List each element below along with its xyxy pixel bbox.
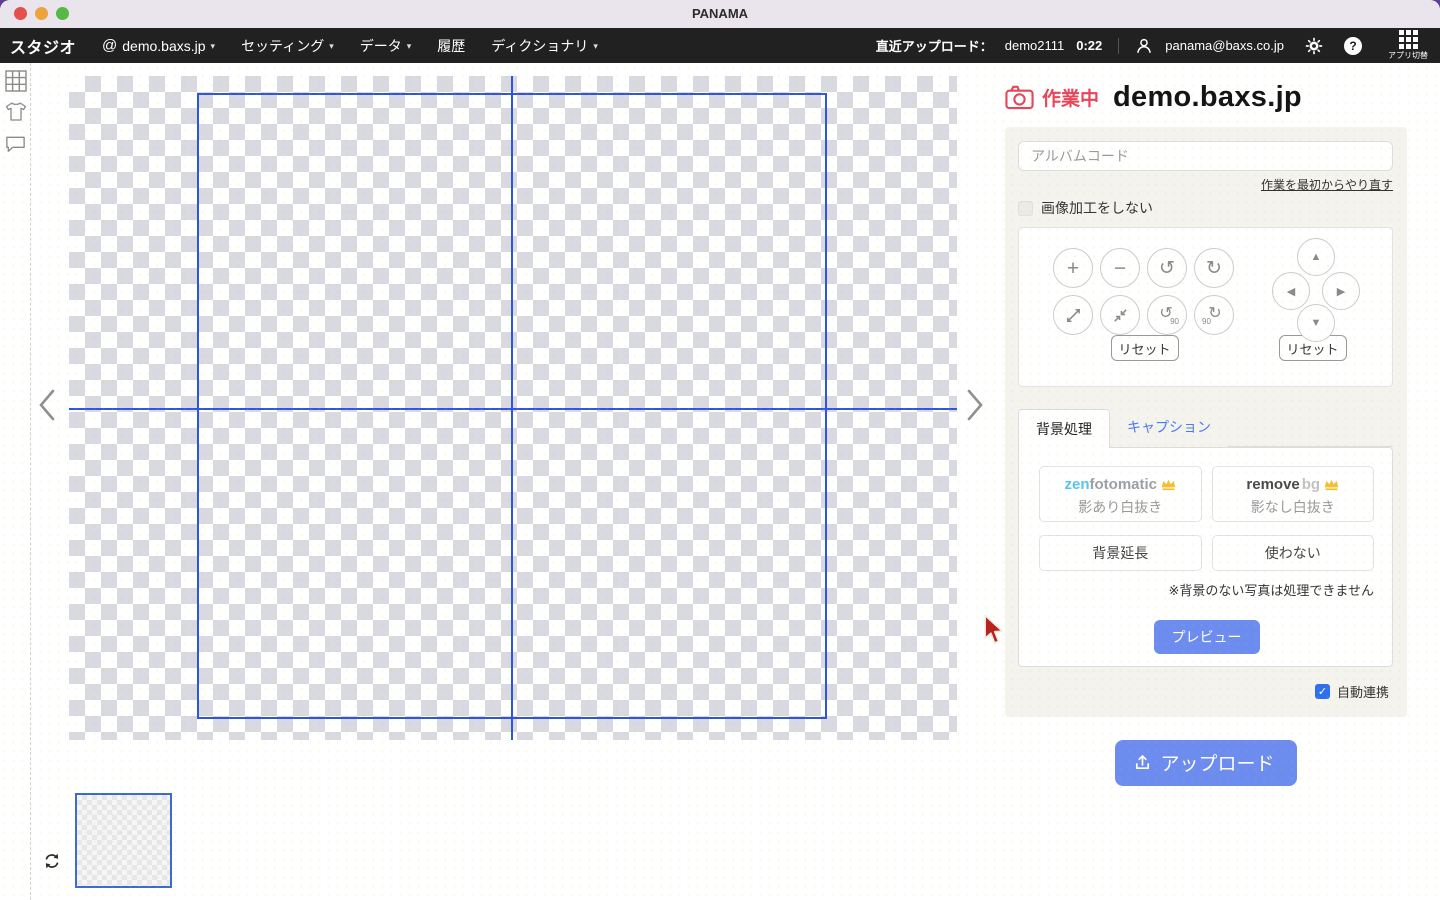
rotate-cw-icon: ↻ [1206, 257, 1222, 280]
menu-settings[interactable]: セッティング ▾ [241, 36, 334, 56]
shrink-icon [1111, 306, 1130, 325]
status-badge: 作業中 [1042, 84, 1099, 111]
account-email[interactable]: panama@baxs.co.jp [1165, 38, 1284, 53]
apparel-tool-button[interactable] [0, 99, 31, 125]
removebg-button[interactable]: removebg 影なし白抜き [1212, 466, 1375, 522]
tab-caption[interactable]: キャプション [1110, 408, 1228, 447]
rotate-ccw-button[interactable]: ↺ [1147, 248, 1187, 288]
previous-photo-button[interactable] [36, 387, 60, 423]
no-edit-label: 画像加工をしない [1041, 198, 1153, 218]
menu-shop[interactable]: @ demo.baxs.jp ▾ [102, 37, 215, 54]
divider [1118, 38, 1119, 54]
menu-data[interactable]: データ ▾ [360, 36, 412, 56]
titlebar: PANAMA [0, 0, 1440, 28]
settings-gear-button[interactable] [1304, 36, 1324, 56]
restart-work-link[interactable]: 作業を最初からやり直す [1261, 178, 1393, 192]
triangle-down-icon: ▼ [1311, 317, 1322, 329]
recent-upload-time: 0:22 [1076, 38, 1102, 53]
help-button[interactable]: ? [1344, 37, 1362, 55]
menu-history[interactable]: 履歴 [437, 36, 465, 56]
rotate-90-ccw-button[interactable]: ↺ 90 [1147, 295, 1187, 335]
triangle-right-icon: ▶ [1337, 285, 1345, 298]
move-down-button[interactable]: ▼ [1297, 304, 1335, 342]
zoom-out-button[interactable]: − [1100, 248, 1140, 288]
rotate-ccw-icon: ↺ [1159, 257, 1175, 280]
navbar: スタジオ @ demo.baxs.jp ▾ セッティング ▾ データ ▾ 履歴 … [0, 28, 1440, 63]
speech-bubble-icon [4, 132, 27, 156]
move-up-button[interactable]: ▲ [1297, 238, 1335, 276]
window-title: PANAMA [0, 6, 1440, 21]
no-edit-checkbox[interactable] [1018, 201, 1033, 216]
vertical-guide-line [511, 76, 513, 740]
comment-tool-button[interactable] [0, 132, 31, 156]
background-note: ※背景のない写真は処理できません [1039, 580, 1374, 599]
background-tabbox: 背景処理 キャプション zenfotomatic 影あり白抜き [1018, 408, 1393, 667]
next-photo-button[interactable] [962, 387, 986, 423]
move-left-button[interactable]: ◀ [1272, 272, 1310, 310]
crown-icon [1161, 478, 1176, 491]
gear-icon [1304, 36, 1324, 56]
chevron-down-icon: ▾ [329, 41, 334, 52]
expand-icon [1064, 306, 1083, 325]
tab-filler [1228, 413, 1393, 447]
horizontal-guide-line [69, 408, 957, 410]
refresh-icon [43, 852, 61, 870]
auto-link-checkbox[interactable]: ✓ [1315, 684, 1330, 699]
chevron-right-icon [962, 387, 986, 423]
photo-thumbnail[interactable] [75, 793, 172, 888]
mouse-cursor [983, 614, 1005, 645]
chevron-down-icon: ▾ [593, 41, 598, 52]
page-title: demo.baxs.jp [1113, 81, 1302, 114]
work-card: 作業を最初からやり直す 画像加工をしない + − ↺ ↻ [1005, 127, 1407, 717]
zenfotomatic-button[interactable]: zenfotomatic 影あり白抜き [1039, 466, 1202, 522]
menu-dictionary[interactable]: ディクショナリ ▾ [491, 36, 598, 56]
layout-grid-button[interactable] [0, 70, 31, 92]
check-icon: ✓ [1318, 685, 1327, 698]
brand-studio: スタジオ [10, 34, 76, 58]
upload-button[interactable]: アップロード [1115, 740, 1296, 786]
reset-transform-button[interactable]: リセット [1111, 335, 1179, 361]
apps-grid-icon [1399, 30, 1418, 49]
crown-icon [1324, 478, 1339, 491]
question-icon: ? [1344, 37, 1362, 55]
user-icon [1135, 37, 1153, 55]
recent-upload-label: 直近アップロード： [876, 36, 993, 55]
chevron-down-icon: ▾ [211, 41, 216, 52]
shrink-button[interactable] [1100, 295, 1140, 335]
app-switch-label: アプリ切替 [1388, 50, 1428, 61]
photo-canvas[interactable] [69, 76, 957, 740]
background-tab-content: zenfotomatic 影あり白抜き removebg 影なし白抜き [1018, 447, 1393, 667]
left-toolbar [0, 63, 31, 900]
background-none-button[interactable]: 使わない [1212, 535, 1375, 571]
rotate-90-cw-button[interactable]: ↻ 90 [1194, 295, 1234, 335]
camera-icon [1005, 84, 1034, 110]
app-switcher-button[interactable]: アプリ切替 [1388, 30, 1428, 61]
preview-button[interactable]: プレビュー [1154, 620, 1260, 654]
zoom-in-button[interactable]: + [1053, 248, 1093, 288]
chevron-down-icon: ▾ [407, 41, 412, 52]
rotate-cw-button[interactable]: ↻ [1194, 248, 1234, 288]
app-window: PANAMA スタジオ @ demo.baxs.jp ▾ セッティング ▾ デー… [0, 0, 1440, 900]
tshirt-icon [4, 99, 28, 125]
background-extend-button[interactable]: 背景延長 [1039, 535, 1202, 571]
album-code-input[interactable] [1018, 141, 1393, 171]
minus-icon: − [1114, 258, 1126, 279]
transform-controls: + − ↺ ↻ ↺ [1018, 227, 1393, 387]
plus-icon: + [1067, 258, 1079, 279]
recent-upload-value: demo2111 [1005, 38, 1065, 53]
auto-link-label: 自動連携 [1337, 682, 1389, 701]
chevron-left-icon [36, 387, 60, 423]
triangle-up-icon: ▲ [1311, 251, 1322, 263]
expand-button[interactable] [1053, 295, 1093, 335]
tab-background-processing[interactable]: 背景処理 [1018, 409, 1110, 448]
refresh-thumbnails-button[interactable] [40, 849, 64, 873]
triangle-left-icon: ◀ [1287, 285, 1295, 298]
grid-icon [5, 70, 27, 92]
upload-icon [1133, 754, 1152, 771]
move-dpad: ▲ ◀ ▶ ▼ [1266, 238, 1366, 344]
work-panel: 作業中 demo.baxs.jp 作業を最初からやり直す 画像加工をしない + … [1005, 80, 1407, 786]
at-icon: @ [102, 37, 117, 54]
move-right-button[interactable]: ▶ [1322, 272, 1360, 310]
